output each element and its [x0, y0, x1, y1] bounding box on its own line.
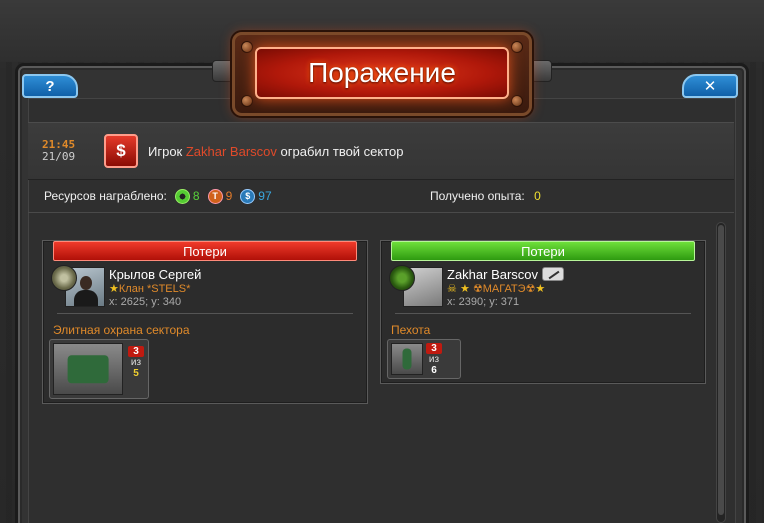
- star-icon: ★: [109, 283, 119, 295]
- titanium-icon: T: [207, 188, 223, 204]
- coordinates: x: 2390; y: 371: [447, 296, 520, 308]
- unit-image: [391, 343, 423, 375]
- experience-label: Получено опыта:: [430, 189, 525, 203]
- skull-icon: ☠: [447, 283, 457, 295]
- dialog-title: Поражение: [308, 57, 456, 88]
- radiation-value: 8: [192, 189, 200, 203]
- bolt-icon: [511, 95, 523, 107]
- resource-radiation: 8: [174, 188, 200, 204]
- edit-icon[interactable]: [542, 267, 565, 281]
- experience: Получено опыта: 0: [430, 189, 541, 203]
- bolt-icon: [241, 95, 253, 107]
- close-button[interactable]: ✕: [682, 74, 738, 98]
- radiation-rank-icon: [389, 265, 415, 291]
- units-total: 5: [133, 368, 139, 379]
- bolt-icon: [511, 41, 523, 53]
- star-icon: ★: [535, 283, 546, 295]
- units-lost: 3: [128, 346, 144, 357]
- bolt-icon: [241, 41, 253, 53]
- event-message: Игрок Zakhar Barscov ограбил твой сектор: [148, 144, 404, 159]
- resource-titanium: T 9: [207, 188, 233, 204]
- unit-category: Пехота: [391, 323, 431, 337]
- event-msg-suffix: ограбил твой сектор: [280, 143, 404, 159]
- resources-row: Ресурсов награблено: 8 T 9 $ 97 Получено…: [28, 182, 734, 210]
- player-name[interactable]: Zakhar Barscov: [447, 267, 538, 282]
- unit-card[interactable]: 3 из 5: [49, 339, 149, 399]
- unit-count: 3 из 6: [426, 343, 442, 376]
- resource-credits: $ 97: [240, 188, 272, 204]
- experience-value: 0: [534, 189, 541, 203]
- attacker-link[interactable]: Zakhar Barscov: [186, 144, 277, 159]
- rank-badge-icon: [51, 265, 77, 291]
- star-icon: ★: [459, 283, 470, 295]
- defender-losses: Потери Крылов Сергей ★Клан *STELS* x: 26…: [42, 240, 368, 404]
- clan-name: Клан *STELS*: [118, 283, 191, 295]
- avatar-body: [74, 290, 98, 306]
- credits-icon: $: [240, 188, 256, 204]
- clan-name: ☢МАГАТЭ☢: [472, 283, 536, 295]
- event-timestamp: 21:45 21/09: [42, 139, 94, 163]
- event-row: 21:45 21/09 $ Игрок Zakhar Barscov ограб…: [28, 122, 734, 180]
- credits-value: 97: [258, 189, 272, 203]
- separator: [57, 313, 353, 314]
- defender-player: Крылов Сергей ★Клан *STELS* x: 2625; y: …: [51, 265, 359, 311]
- player-name-row: Zakhar Barscov: [447, 267, 565, 282]
- help-button[interactable]: ?: [22, 74, 78, 98]
- units-lost: 3: [426, 343, 442, 354]
- radiation-icon: [174, 188, 190, 204]
- title-banner: Поражение: [255, 47, 509, 99]
- units-of: из: [428, 354, 440, 365]
- resources-label: Ресурсов награблено:: [44, 189, 167, 203]
- player-name[interactable]: Крылов Сергей: [109, 267, 201, 282]
- avatar-head: [80, 276, 92, 290]
- losses-header: Потери: [53, 241, 357, 261]
- divider: [28, 212, 734, 213]
- separator: [395, 313, 691, 314]
- units-total: 6: [431, 365, 437, 376]
- unit-card[interactable]: 3 из 6: [387, 339, 461, 379]
- unit-image: [53, 343, 123, 395]
- soldier-icon: [402, 348, 412, 370]
- attacker-losses: Потери Zakhar Barscov ☠ ★ ☢МАГАТЭ☢★ x: 2…: [380, 240, 706, 384]
- mech-icon: [67, 355, 109, 383]
- unit-count: 3 из 5: [128, 346, 144, 379]
- scroll-thumb[interactable]: [718, 225, 724, 515]
- event-msg-prefix: Игрок: [148, 143, 183, 159]
- clan[interactable]: ★Клан *STELS*: [109, 282, 190, 295]
- coordinates: x: 2625; y: 340: [109, 296, 182, 308]
- losses-header: Потери: [391, 241, 695, 261]
- title-plate: Поражение: [232, 32, 532, 116]
- titanium-value: 9: [225, 189, 233, 203]
- clan[interactable]: ☠ ★ ☢МАГАТЭ☢★: [447, 282, 545, 295]
- attacker-player: Zakhar Barscov ☠ ★ ☢МАГАТЭ☢★ x: 2390; y:…: [389, 265, 697, 311]
- robbery-dollar-icon: $: [104, 134, 138, 168]
- event-date: 21/09: [42, 150, 76, 163]
- unit-category: Элитная охрана сектора: [53, 323, 190, 337]
- scrollbar[interactable]: [716, 222, 726, 523]
- units-of: из: [130, 357, 142, 368]
